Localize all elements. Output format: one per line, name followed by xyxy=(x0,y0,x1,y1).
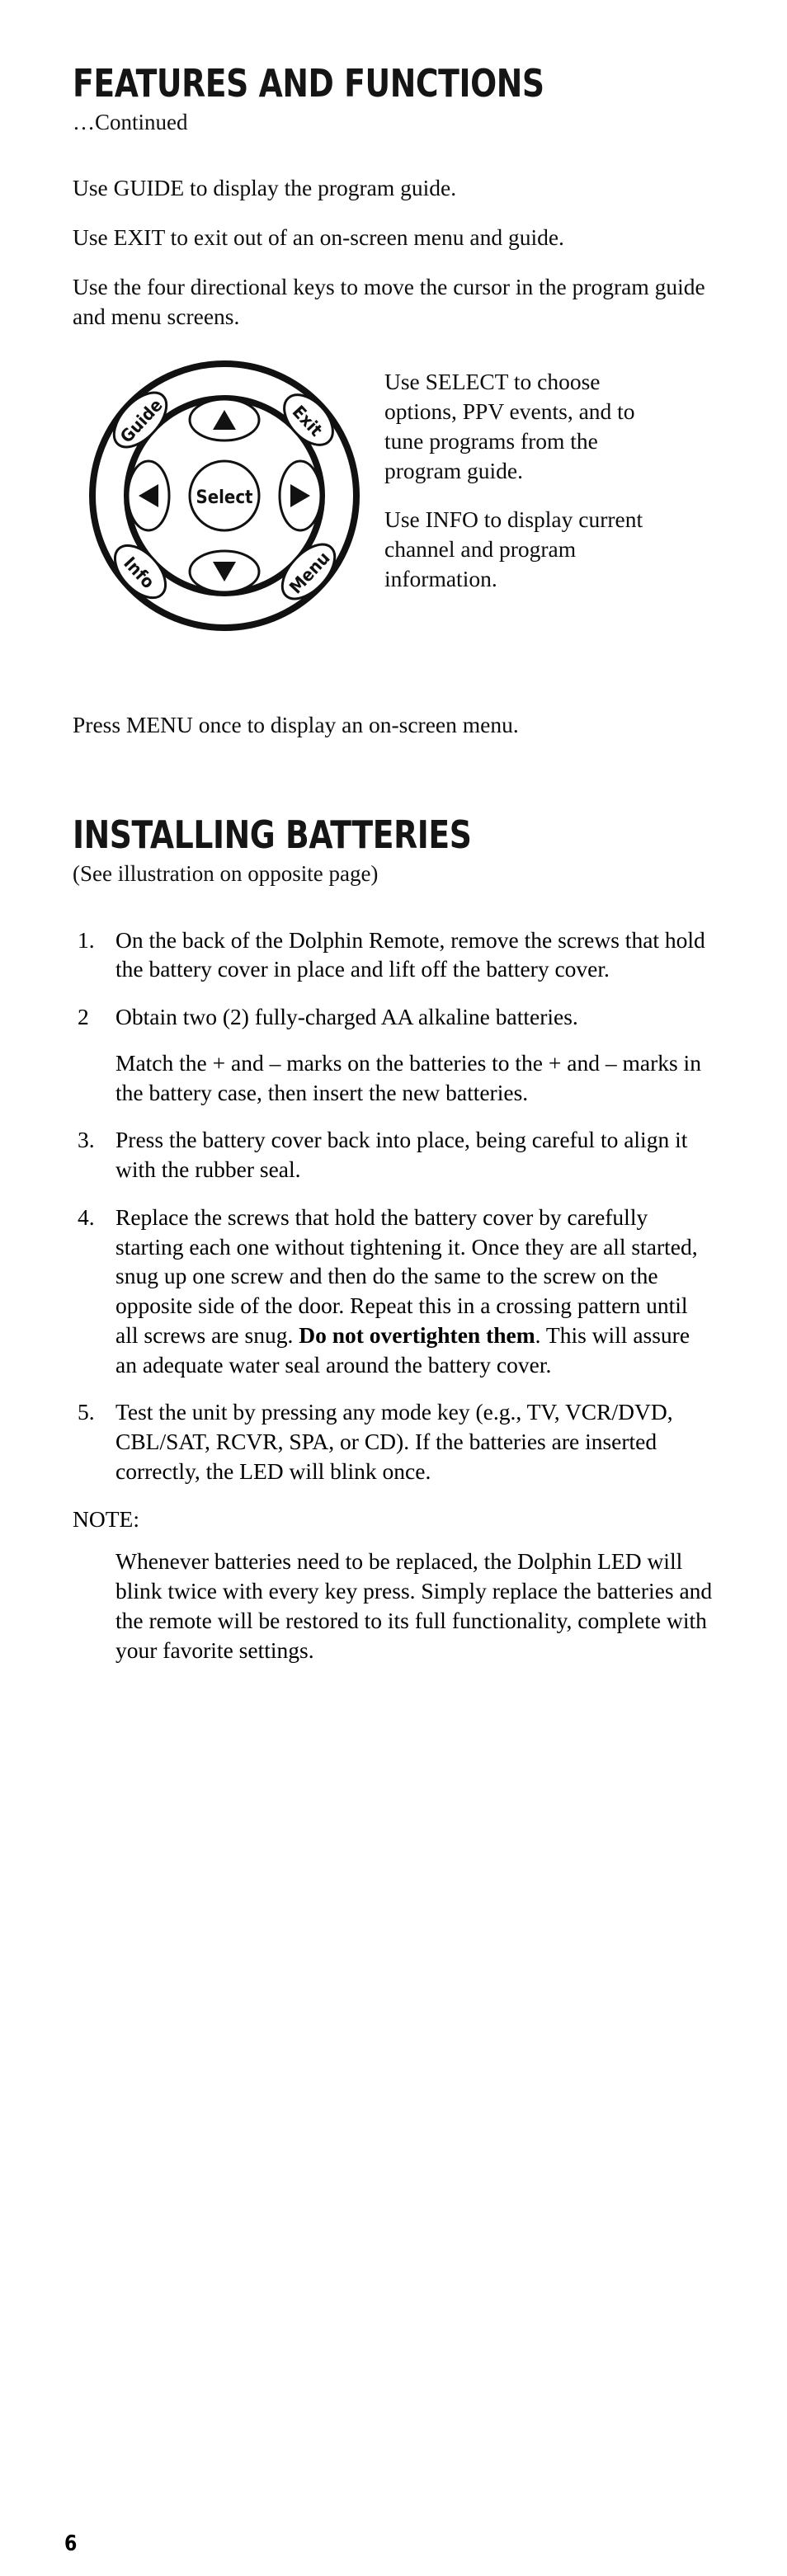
step-text: Press the battery cover back into place,… xyxy=(115,1127,688,1183)
features-paragraph-menu: Press MENU once to display an on-screen … xyxy=(73,712,519,738)
keypad-diagram-block: Guide Exit Info Menu Select Use SELECT t… xyxy=(73,356,714,710)
step-number: 4. xyxy=(78,1203,95,1230)
features-paragraph-guide: Use GUIDE to display the program guide. xyxy=(73,175,457,201)
features-paragraph-select: Use SELECT to choose options, PPV events… xyxy=(384,369,635,483)
manual-page: FEATURES AND FUNCTIONS …Continued Use GU… xyxy=(0,0,787,2576)
diagram-button-up xyxy=(188,398,261,442)
page-number: 6 xyxy=(64,2531,78,2556)
battery-install-steps: 1. On the back of the Dolphin Remote, re… xyxy=(73,925,714,1486)
diagram-button-left xyxy=(126,459,171,532)
diagram-button-right xyxy=(278,459,323,532)
diagram-button-select: Select xyxy=(188,459,261,532)
svg-text:Select: Select xyxy=(196,487,252,507)
step-text: Obtain two (2) fully-charged AA alkaline… xyxy=(115,1004,578,1030)
step-emphasis-text: Do not overtighten them xyxy=(299,1321,535,1348)
step-number: 1. xyxy=(78,926,95,953)
step-text: Test the unit by pressing any mode key (… xyxy=(115,1399,673,1484)
note-label: NOTE: xyxy=(73,1505,139,1532)
features-paragraph-info: Use INFO to display current channel and … xyxy=(384,506,643,591)
step-subtext: Match the + and – marks on the batteries… xyxy=(115,1049,701,1105)
remote-navigation-keypad-diagram: Guide Exit Info Menu Select xyxy=(84,356,365,636)
batteries-subtitle: (See illustration on opposite page) xyxy=(73,861,379,887)
features-paragraph-directional: Use the four directional keys to move th… xyxy=(73,273,705,329)
list-item-step-3: 3. Press the battery cover back into pla… xyxy=(73,1125,714,1184)
features-subtitle: …Continued xyxy=(73,110,188,134)
list-item-step-5: 5. Test the unit by pressing any mode ke… xyxy=(73,1397,714,1486)
features-paragraph-exit: Use EXIT to exit out of an on-screen men… xyxy=(73,224,564,251)
list-item-step-2: 2 Obtain two (2) fully-charged AA alkali… xyxy=(73,1002,714,1107)
step-text: On the back of the Dolphin Remote, remov… xyxy=(115,926,705,982)
diagram-button-down xyxy=(188,549,261,594)
list-item-step-4: 4. Replace the screws that hold the batt… xyxy=(73,1203,714,1380)
keypad-side-text: Use SELECT to choose options, PPV events… xyxy=(384,356,648,593)
step-number: 2 xyxy=(78,1004,89,1030)
page-title-batteries: INSTALLING BATTERIES xyxy=(73,812,472,858)
note-text: Whenever batteries need to be replaced, … xyxy=(115,1548,713,1663)
batteries-section-header: INSTALLING BATTERIES (See illustration o… xyxy=(73,816,714,887)
features-section-header: FEATURES AND FUNCTIONS …Continued xyxy=(73,0,714,135)
list-item-step-1: 1. On the back of the Dolphin Remote, re… xyxy=(73,925,714,985)
step-number: 5. xyxy=(78,1399,95,1425)
step-number: 3. xyxy=(78,1127,95,1153)
page-title-features: FEATURES AND FUNCTIONS xyxy=(73,61,544,106)
